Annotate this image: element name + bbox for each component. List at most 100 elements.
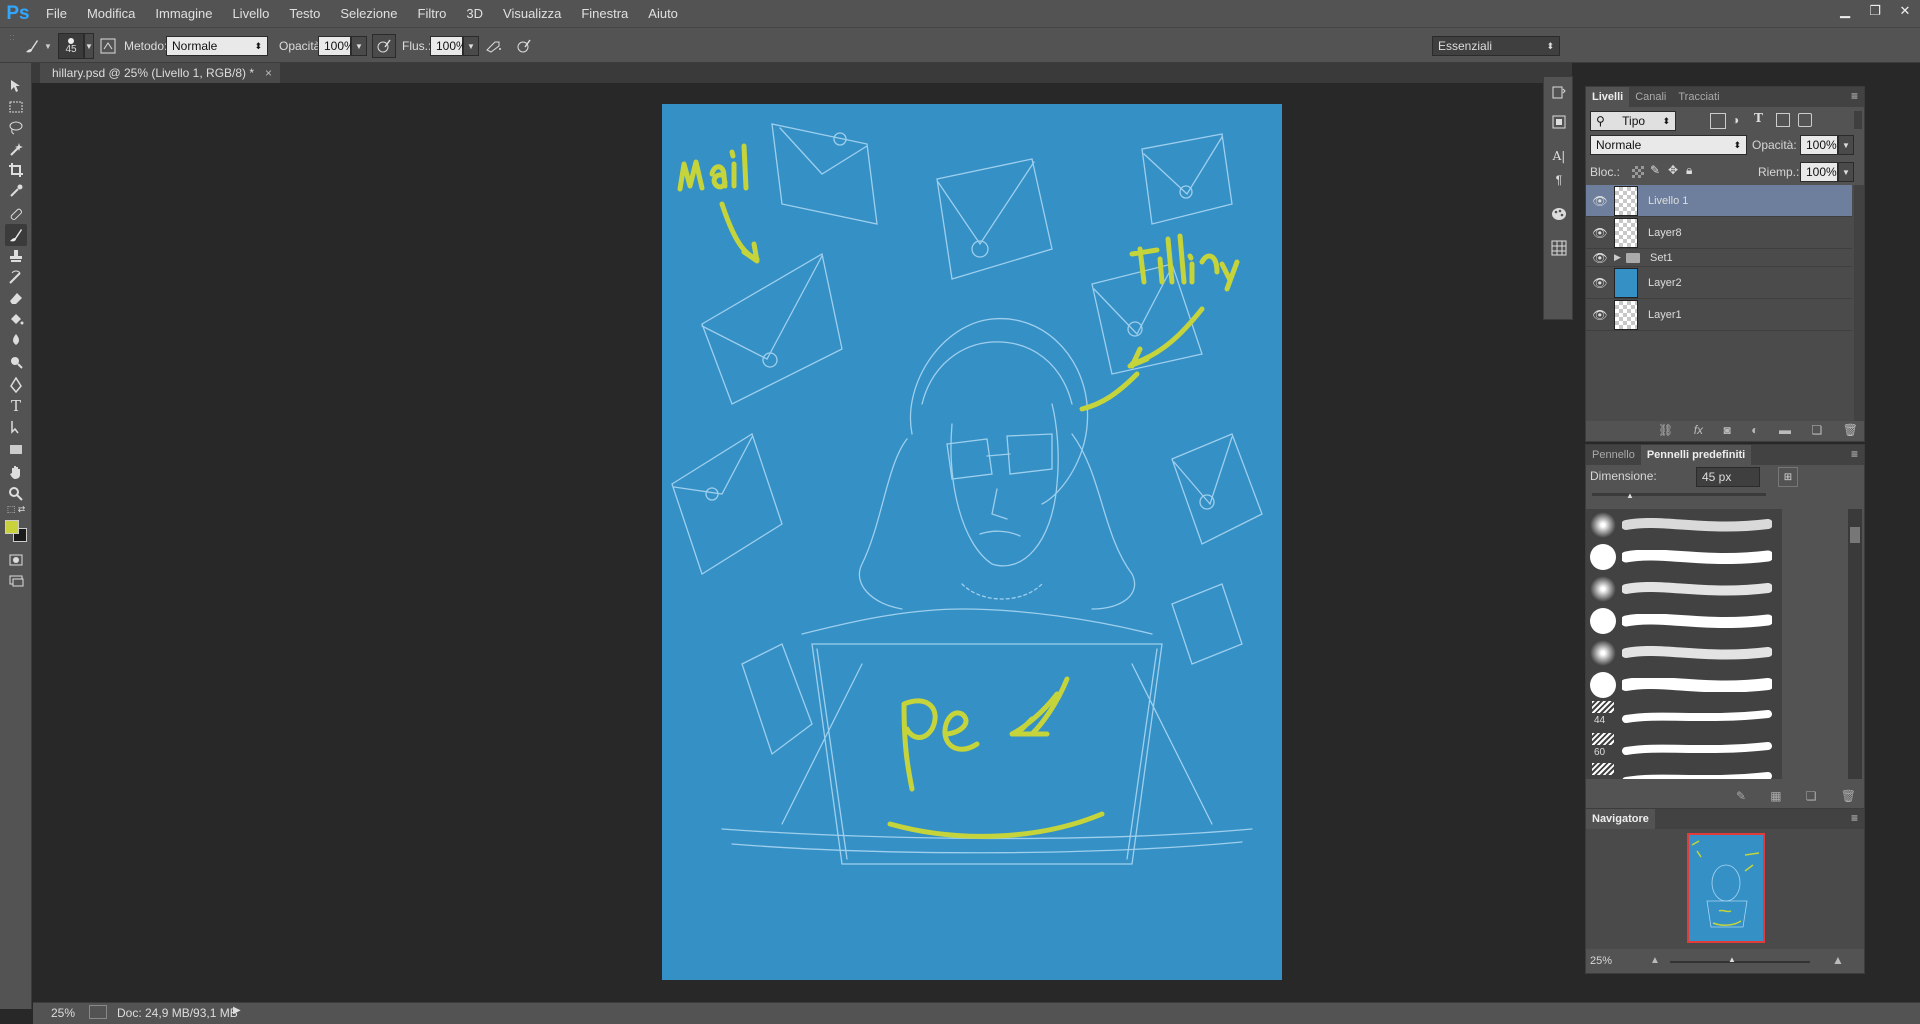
healing-brush-icon[interactable] (5, 203, 27, 225)
fill-field[interactable]: 100% ▼ (1800, 162, 1854, 182)
menu-aiuto[interactable]: Aiuto (638, 0, 688, 27)
scrollbar-thumb[interactable] (1850, 527, 1860, 543)
move-tool-icon[interactable] (5, 75, 27, 97)
lasso-tool-icon[interactable] (5, 117, 27, 139)
brush-preset[interactable] (1586, 763, 1776, 779)
trash-icon[interactable]: 🗑︎ (1841, 789, 1856, 803)
size-slider[interactable] (1592, 493, 1766, 496)
layer-list-scrollbar[interactable] (1854, 185, 1864, 421)
filter-toggle[interactable] (1854, 111, 1862, 129)
magic-wand-icon[interactable] (5, 138, 27, 160)
toggle-brush-panel-icon[interactable]: ✎ (1736, 789, 1746, 803)
tab-canali[interactable]: Canali (1629, 87, 1672, 107)
menu-visualizza[interactable]: Visualizza (493, 0, 571, 27)
pressure-opacity-icon[interactable] (372, 28, 396, 64)
workspace-select[interactable]: Essenziali ⬍ (1432, 28, 1560, 64)
layer-group-row[interactable]: 👁︎ ▶ Set1 (1586, 249, 1852, 267)
status-zoom[interactable]: 25% (51, 1006, 75, 1020)
navigator-view-box[interactable] (1687, 833, 1765, 943)
artboard-canvas[interactable] (662, 104, 1282, 980)
history-panel-icon[interactable] (1548, 81, 1570, 103)
lock-transparency-icon[interactable] (1632, 166, 1644, 178)
tool-preset-picker[interactable]: ▼ (20, 28, 52, 64)
layer-row[interactable]: 👁︎ Layer8 (1586, 217, 1852, 249)
close-icon[interactable]: ✕ (1890, 0, 1920, 22)
brush-preset[interactable] (1586, 509, 1776, 541)
visibility-eye-icon[interactable]: 👁︎ (1586, 276, 1614, 290)
layer-filter-select[interactable]: ⚲ Tipo ⬍ (1590, 111, 1676, 131)
filter-adjustment-icon[interactable]: ◑ (1732, 113, 1739, 127)
close-icon[interactable]: × (265, 63, 272, 83)
size-field[interactable]: 45 px (1696, 467, 1760, 487)
status-menu-arrow-icon[interactable]: ▶ (233, 1005, 241, 1016)
brush-list-scrollbar[interactable] (1848, 509, 1862, 779)
crop-tool-icon[interactable] (5, 159, 27, 181)
eyedropper-icon[interactable] (5, 180, 27, 202)
brush-preset[interactable] (1586, 573, 1776, 605)
chevron-down-icon[interactable]: ▼ (1838, 162, 1854, 182)
link-layers-icon[interactable]: ⛓ (1658, 423, 1673, 437)
clone-stamp-icon[interactable] (5, 245, 27, 267)
layer-opacity-value[interactable]: 100% (1800, 135, 1838, 155)
opacity-value[interactable]: 100% (318, 36, 355, 56)
blur-tool-icon[interactable] (5, 329, 27, 351)
brush-preset[interactable] (1586, 637, 1776, 669)
properties-panel-icon[interactable] (1548, 111, 1570, 133)
menu-selezione[interactable]: Selezione (330, 0, 407, 27)
chevron-down-icon[interactable]: ▼ (463, 36, 479, 56)
tab-pennelli-predefiniti[interactable]: Pennelli predefiniti (1640, 445, 1752, 465)
zoom-slider-thumb[interactable]: ▲ (1728, 955, 1736, 964)
brush-panel-toggle-icon[interactable] (96, 28, 120, 64)
rectangle-tool-icon[interactable] (5, 438, 27, 460)
pen-tool-icon[interactable] (5, 374, 27, 396)
lock-all-icon[interactable]: 🔒︎ (1686, 163, 1692, 178)
brush-preset[interactable]: 60 (1586, 733, 1776, 765)
filter-pixel-icon[interactable] (1710, 113, 1726, 129)
layer-opacity-field[interactable]: 100% ▼ (1800, 135, 1854, 155)
lock-pixels-icon[interactable]: ✎ (1650, 163, 1660, 177)
visibility-eye-icon[interactable]: 👁︎ (1586, 226, 1614, 240)
panel-menu-icon[interactable]: ≡ (1851, 811, 1858, 825)
color-palette-icon[interactable] (1548, 203, 1570, 225)
menu-3d[interactable]: 3D (456, 0, 493, 27)
menu-testo[interactable]: Testo (279, 0, 330, 27)
visibility-eye-icon[interactable]: 👁︎ (1586, 251, 1614, 265)
add-mask-icon[interactable]: ◙ (1724, 423, 1731, 437)
flow-field[interactable]: 100% ▼ (430, 28, 479, 64)
menu-modifica[interactable]: Modifica (77, 0, 145, 27)
layer-row[interactable]: 👁︎ Layer1 (1586, 299, 1852, 331)
adjustment-layer-icon[interactable]: ◐ (1751, 423, 1758, 437)
tab-navigatore[interactable]: Navigatore (1586, 809, 1655, 829)
panel-menu-icon[interactable]: ≡ (1851, 447, 1858, 461)
new-brush-icon[interactable]: ❏ (1806, 789, 1817, 803)
blend-mode-select[interactable]: Normale ⬍ (1590, 135, 1747, 155)
panel-menu-icon[interactable]: ≡ (1851, 89, 1858, 103)
color-swatches[interactable] (4, 519, 28, 543)
path-selection-icon[interactable] (5, 416, 27, 438)
brush-picker[interactable]: 45 ▼ (58, 28, 94, 64)
menu-livello[interactable]: Livello (222, 0, 279, 27)
character-panel-icon[interactable]: A| (1548, 145, 1570, 167)
type-tool-icon[interactable]: T (5, 395, 27, 417)
swatches-panel-icon[interactable] (1548, 237, 1570, 259)
filter-type-icon[interactable]: T (1754, 111, 1763, 125)
document-tab[interactable]: hillary.psd @ 25% (Livello 1, RGB/8) * × (40, 63, 280, 83)
restore-icon[interactable]: ❐ (1860, 0, 1890, 22)
navigator-zoom-slider[interactable] (1670, 961, 1810, 963)
expand-arrow-icon[interactable]: ▶ (1614, 252, 1626, 263)
size-slider-thumb[interactable]: ▲ (1626, 491, 1634, 500)
chevron-down-icon[interactable]: ▼ (351, 36, 367, 56)
visibility-eye-icon[interactable]: 👁︎ (1586, 194, 1614, 208)
dodge-tool-icon[interactable] (5, 351, 27, 373)
fill-value[interactable]: 100% (1800, 162, 1838, 182)
brush-preset[interactable] (1586, 605, 1776, 637)
brush-preset[interactable] (1586, 541, 1776, 573)
paragraph-panel-icon[interactable]: ¶ (1548, 169, 1570, 191)
hand-tool-icon[interactable] (5, 461, 27, 483)
lock-position-icon[interactable]: ✥ (1668, 163, 1678, 177)
menu-immagine[interactable]: Immagine (145, 0, 222, 27)
menu-filtro[interactable]: Filtro (408, 0, 457, 27)
marquee-tool-icon[interactable] (5, 96, 27, 118)
visibility-eye-icon[interactable]: 👁︎ (1586, 308, 1614, 322)
layer-row[interactable]: 👁︎ Livello 1 (1586, 185, 1852, 217)
